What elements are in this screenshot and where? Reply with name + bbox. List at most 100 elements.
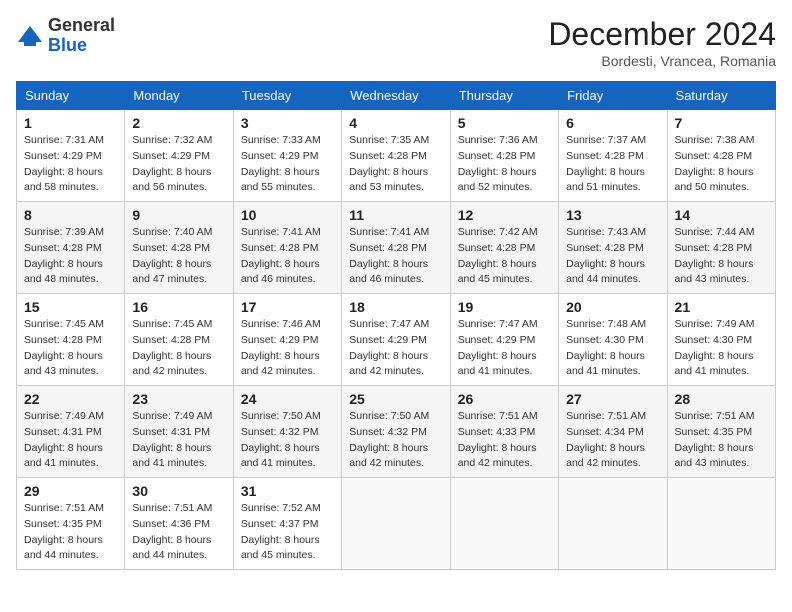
day-number: 12 <box>458 207 551 223</box>
title-section: December 2024 Bordesti, Vrancea, Romania <box>548 16 776 69</box>
calendar-day-cell: 4 Sunrise: 7:35 AMSunset: 4:28 PMDaylight… <box>342 110 450 202</box>
calendar-day-cell: 23 Sunrise: 7:49 AMSunset: 4:31 PMDayligh… <box>125 386 233 478</box>
day-info: Sunrise: 7:52 AMSunset: 4:37 PMDaylight:… <box>241 501 334 564</box>
day-number: 10 <box>241 207 334 223</box>
day-info: Sunrise: 7:48 AMSunset: 4:30 PMDaylight:… <box>566 317 659 380</box>
calendar-day-cell: 14 Sunrise: 7:44 AMSunset: 4:28 PMDayligh… <box>667 202 775 294</box>
day-number: 7 <box>675 115 768 131</box>
day-info: Sunrise: 7:39 AMSunset: 4:28 PMDaylight:… <box>24 225 117 288</box>
day-info: Sunrise: 7:43 AMSunset: 4:28 PMDaylight:… <box>566 225 659 288</box>
calendar-day-cell <box>559 478 667 570</box>
calendar-day-cell <box>342 478 450 570</box>
header-monday: Monday <box>125 82 233 110</box>
day-info: Sunrise: 7:41 AMSunset: 4:28 PMDaylight:… <box>241 225 334 288</box>
day-info: Sunrise: 7:51 AMSunset: 4:36 PMDaylight:… <box>132 501 225 564</box>
day-info: Sunrise: 7:51 AMSunset: 4:35 PMDaylight:… <box>675 409 768 472</box>
calendar-day-cell <box>667 478 775 570</box>
day-number: 30 <box>132 483 225 499</box>
day-number: 9 <box>132 207 225 223</box>
calendar-day-cell: 22 Sunrise: 7:49 AMSunset: 4:31 PMDayligh… <box>17 386 125 478</box>
day-info: Sunrise: 7:33 AMSunset: 4:29 PMDaylight:… <box>241 133 334 196</box>
day-number: 18 <box>349 299 442 315</box>
day-number: 8 <box>24 207 117 223</box>
calendar-day-cell: 12 Sunrise: 7:42 AMSunset: 4:28 PMDayligh… <box>450 202 558 294</box>
calendar-week-row: 22 Sunrise: 7:49 AMSunset: 4:31 PMDayligh… <box>17 386 776 478</box>
calendar-day-cell: 11 Sunrise: 7:41 AMSunset: 4:28 PMDayligh… <box>342 202 450 294</box>
calendar-day-cell: 30 Sunrise: 7:51 AMSunset: 4:36 PMDayligh… <box>125 478 233 570</box>
calendar-day-cell: 31 Sunrise: 7:52 AMSunset: 4:37 PMDayligh… <box>233 478 341 570</box>
month-title: December 2024 <box>548 16 776 53</box>
day-number: 16 <box>132 299 225 315</box>
calendar-day-cell: 9 Sunrise: 7:40 AMSunset: 4:28 PMDaylight… <box>125 202 233 294</box>
logo: General Blue <box>16 16 115 56</box>
calendar-header-row: SundayMondayTuesdayWednesdayThursdayFrid… <box>17 82 776 110</box>
day-number: 14 <box>675 207 768 223</box>
day-number: 11 <box>349 207 442 223</box>
day-number: 25 <box>349 391 442 407</box>
day-info: Sunrise: 7:45 AMSunset: 4:28 PMDaylight:… <box>24 317 117 380</box>
day-info: Sunrise: 7:44 AMSunset: 4:28 PMDaylight:… <box>675 225 768 288</box>
logo-line1: General <box>48 16 115 36</box>
day-info: Sunrise: 7:40 AMSunset: 4:28 PMDaylight:… <box>132 225 225 288</box>
day-number: 22 <box>24 391 117 407</box>
day-number: 5 <box>458 115 551 131</box>
day-number: 23 <box>132 391 225 407</box>
logo-icon <box>16 22 44 50</box>
header-saturday: Saturday <box>667 82 775 110</box>
day-number: 21 <box>675 299 768 315</box>
day-info: Sunrise: 7:47 AMSunset: 4:29 PMDaylight:… <box>349 317 442 380</box>
logo-line2: Blue <box>48 36 115 56</box>
calendar-week-row: 1Sunrise: 7:31 AMSunset: 4:29 PMDaylight… <box>17 110 776 202</box>
header-friday: Friday <box>559 82 667 110</box>
calendar-day-cell: 13 Sunrise: 7:43 AMSunset: 4:28 PMDayligh… <box>559 202 667 294</box>
calendar-day-cell: 15Sunrise: 7:45 AMSunset: 4:28 PMDayligh… <box>17 294 125 386</box>
day-number: 31 <box>241 483 334 499</box>
day-info: Sunrise: 7:51 AMSunset: 4:35 PMDaylight:… <box>24 501 117 564</box>
day-info: Sunrise: 7:51 AMSunset: 4:34 PMDaylight:… <box>566 409 659 472</box>
day-number: 27 <box>566 391 659 407</box>
day-info: Sunrise: 7:49 AMSunset: 4:30 PMDaylight:… <box>675 317 768 380</box>
day-info: Sunrise: 7:46 AMSunset: 4:29 PMDaylight:… <box>241 317 334 380</box>
day-number: 29 <box>24 483 117 499</box>
calendar-day-cell: 17Sunrise: 7:46 AMSunset: 4:29 PMDayligh… <box>233 294 341 386</box>
day-number: 13 <box>566 207 659 223</box>
day-info: Sunrise: 7:31 AMSunset: 4:29 PMDaylight:… <box>24 133 117 196</box>
day-number: 26 <box>458 391 551 407</box>
calendar-day-cell: 1Sunrise: 7:31 AMSunset: 4:29 PMDaylight… <box>17 110 125 202</box>
calendar-day-cell: 27 Sunrise: 7:51 AMSunset: 4:34 PMDayligh… <box>559 386 667 478</box>
calendar-day-cell: 25Sunrise: 7:50 AMSunset: 4:32 PMDayligh… <box>342 386 450 478</box>
day-info: Sunrise: 7:49 AMSunset: 4:31 PMDaylight:… <box>132 409 225 472</box>
day-number: 4 <box>349 115 442 131</box>
day-info: Sunrise: 7:32 AMSunset: 4:29 PMDaylight:… <box>132 133 225 196</box>
day-number: 6 <box>566 115 659 131</box>
day-info: Sunrise: 7:45 AMSunset: 4:28 PMDaylight:… <box>132 317 225 380</box>
day-info: Sunrise: 7:49 AMSunset: 4:31 PMDaylight:… <box>24 409 117 472</box>
header-thursday: Thursday <box>450 82 558 110</box>
calendar-day-cell: 3 Sunrise: 7:33 AMSunset: 4:29 PMDaylight… <box>233 110 341 202</box>
calendar-week-row: 15Sunrise: 7:45 AMSunset: 4:28 PMDayligh… <box>17 294 776 386</box>
day-info: Sunrise: 7:51 AMSunset: 4:33 PMDaylight:… <box>458 409 551 472</box>
day-number: 2 <box>132 115 225 131</box>
day-info: Sunrise: 7:35 AMSunset: 4:28 PMDaylight:… <box>349 133 442 196</box>
header-wednesday: Wednesday <box>342 82 450 110</box>
calendar-day-cell: 28Sunrise: 7:51 AMSunset: 4:35 PMDayligh… <box>667 386 775 478</box>
calendar-day-cell: 5 Sunrise: 7:36 AMSunset: 4:28 PMDaylight… <box>450 110 558 202</box>
calendar-week-row: 29 Sunrise: 7:51 AMSunset: 4:35 PMDayligh… <box>17 478 776 570</box>
calendar-day-cell: 6 Sunrise: 7:37 AMSunset: 4:28 PMDaylight… <box>559 110 667 202</box>
day-number: 20 <box>566 299 659 315</box>
header-tuesday: Tuesday <box>233 82 341 110</box>
day-info: Sunrise: 7:37 AMSunset: 4:28 PMDaylight:… <box>566 133 659 196</box>
day-number: 3 <box>241 115 334 131</box>
calendar-day-cell: 21 Sunrise: 7:49 AMSunset: 4:30 PMDayligh… <box>667 294 775 386</box>
calendar-day-cell: 2 Sunrise: 7:32 AMSunset: 4:29 PMDaylight… <box>125 110 233 202</box>
calendar-day-cell: 8 Sunrise: 7:39 AMSunset: 4:28 PMDaylight… <box>17 202 125 294</box>
day-number: 19 <box>458 299 551 315</box>
day-info: Sunrise: 7:41 AMSunset: 4:28 PMDaylight:… <box>349 225 442 288</box>
day-info: Sunrise: 7:42 AMSunset: 4:28 PMDaylight:… <box>458 225 551 288</box>
calendar-day-cell: 29 Sunrise: 7:51 AMSunset: 4:35 PMDayligh… <box>17 478 125 570</box>
calendar-day-cell: 26 Sunrise: 7:51 AMSunset: 4:33 PMDayligh… <box>450 386 558 478</box>
calendar-day-cell: 24Sunrise: 7:50 AMSunset: 4:32 PMDayligh… <box>233 386 341 478</box>
calendar-day-cell <box>450 478 558 570</box>
day-info: Sunrise: 7:36 AMSunset: 4:28 PMDaylight:… <box>458 133 551 196</box>
page-header: General Blue December 2024 Bordesti, Vra… <box>16 16 776 69</box>
